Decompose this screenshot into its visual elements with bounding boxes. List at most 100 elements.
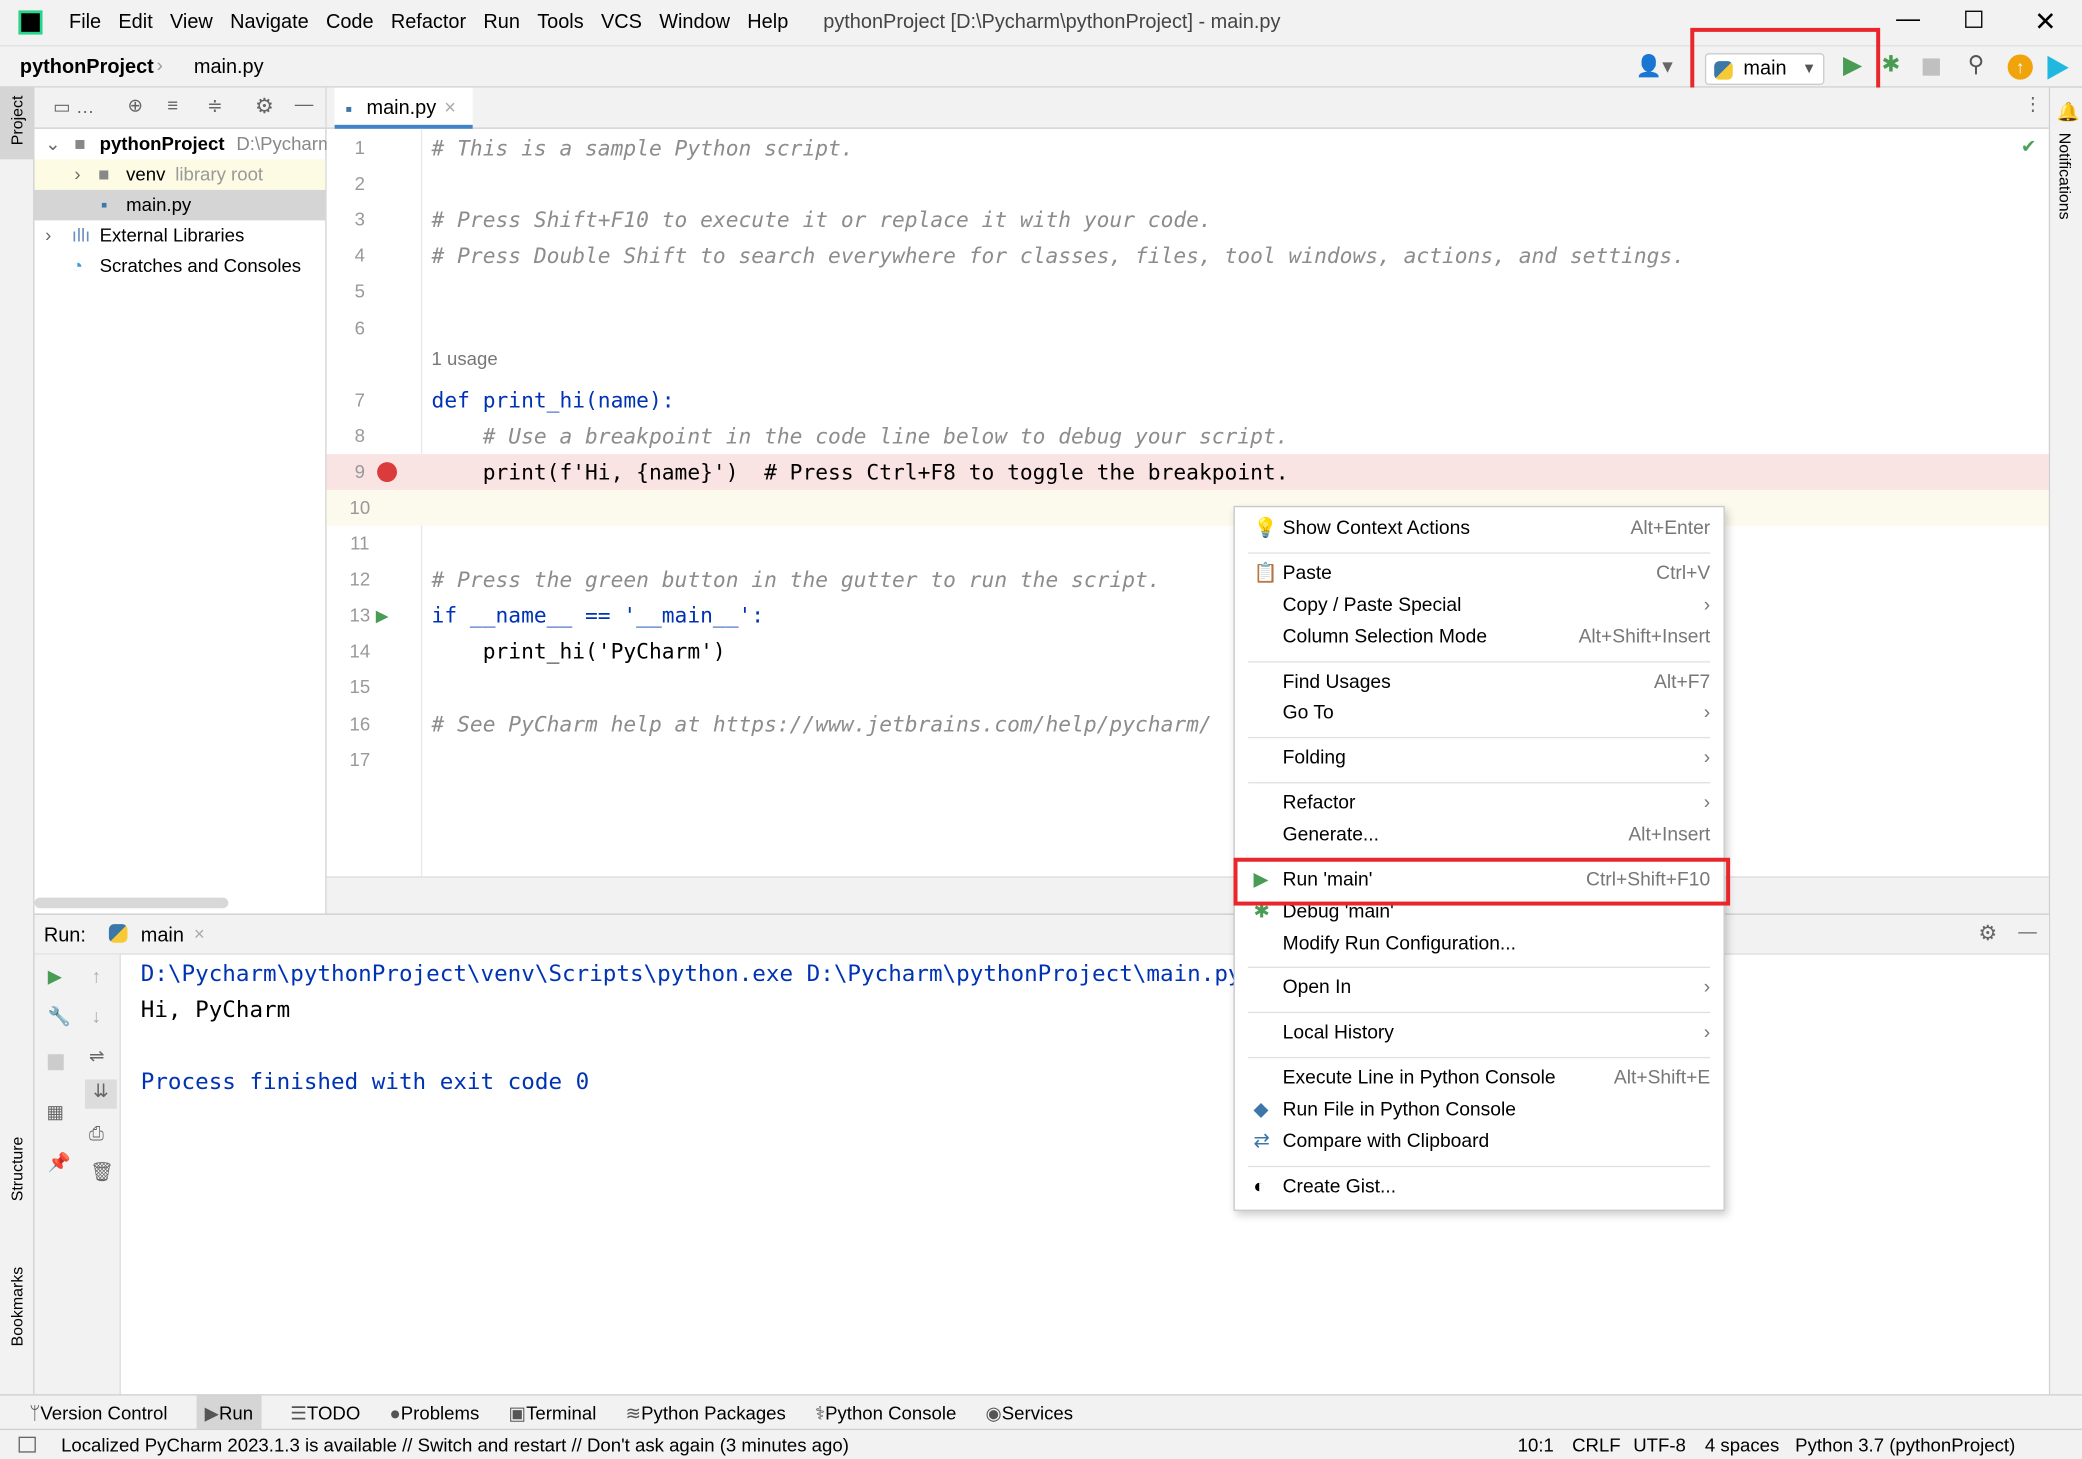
menu-item-execute-line-in-python-console[interactable]: Execute Line in Python Console Alt+Shift+… xyxy=(1235,1062,1724,1094)
status-message[interactable]: Localized PyCharm 2023.1.3 is available … xyxy=(61,1430,849,1459)
code-line[interactable]: 6 xyxy=(327,311,2049,347)
indent[interactable]: 4 spaces xyxy=(1705,1430,1779,1459)
expand-all-icon[interactable]: ≡ xyxy=(167,94,178,115)
breadcrumb-file[interactable]: main.py xyxy=(194,56,264,79)
bookmarks-tool-button[interactable]: Bookmarks xyxy=(8,1267,27,1347)
breadcrumb-project[interactable]: pythonProject xyxy=(20,56,154,79)
menu-window[interactable]: Window xyxy=(659,11,730,34)
menu-tools[interactable]: Tools xyxy=(537,11,584,34)
menu-item-open-in[interactable]: Open In › xyxy=(1235,972,1724,1004)
bottom-tab-services[interactable]: ◉ Services xyxy=(986,1396,1074,1431)
vcs-user-icon[interactable]: 👤▾ xyxy=(1636,53,1673,80)
bottom-tab-run[interactable]: ▶ Run xyxy=(196,1395,262,1431)
code-line[interactable]: 10 xyxy=(326,489,2049,526)
bottom-tab-todo[interactable]: ☰ TODO xyxy=(290,1396,360,1431)
tree-item-external-libraries[interactable]: › ıllı External Libraries xyxy=(35,220,326,251)
code-line[interactable]: 8 # Use a breakpoint in the code line be… xyxy=(327,418,2049,454)
structure-tool-button[interactable]: Structure xyxy=(8,1137,27,1202)
collapse-all-icon[interactable]: ≑ xyxy=(207,94,223,117)
menu-refactor[interactable]: Refactor xyxy=(391,11,466,34)
close-run-tab-icon[interactable]: × xyxy=(194,923,205,944)
update-icon[interactable]: ↑ xyxy=(2007,54,2033,80)
usage-hint[interactable]: 1 usage xyxy=(432,348,498,369)
tree-item-project-root[interactable]: ⌄■pythonProjectD:\Pycharm\pythonProject xyxy=(35,129,452,160)
code-line[interactable]: 17 xyxy=(327,742,2049,778)
hide-icon[interactable]: — xyxy=(2018,920,2037,941)
menu-vcs[interactable]: VCS xyxy=(601,11,642,34)
notifications-tool-button[interactable]: Notifications xyxy=(2055,133,2074,220)
close-button[interactable]: ✕ xyxy=(2034,5,2056,38)
stop-button[interactable] xyxy=(1922,58,1940,76)
bottom-tab-python-packages[interactable]: ≋ Python Packages xyxy=(626,1396,786,1431)
print-icon[interactable]: ⎙ xyxy=(89,1122,104,1145)
pin-icon[interactable]: 📌 xyxy=(48,1151,71,1174)
breakpoint-icon[interactable] xyxy=(377,462,398,482)
menu-navigate[interactable]: Navigate xyxy=(230,11,309,34)
code-line[interactable]: 16 # See PyCharm help at https://www.jetb… xyxy=(327,706,2049,742)
menu-item-refactor[interactable]: Refactor › xyxy=(1235,787,1724,819)
code-line[interactable]: 15 xyxy=(327,669,2049,705)
bottom-tab-python-console[interactable]: ⚕ Python Console xyxy=(815,1396,956,1431)
menu-run[interactable]: Run xyxy=(483,11,520,34)
maximize-button[interactable] xyxy=(1965,10,1983,28)
close-tab-icon[interactable]: × xyxy=(444,97,456,120)
hide-icon[interactable]: — xyxy=(295,93,314,114)
code-line[interactable]: 4 # Press Double Shift to search everywhe… xyxy=(327,238,2049,274)
project-tool-button[interactable]: Project xyxy=(0,87,35,160)
menu-item-create-gist[interactable]: ◐ Create Gist... xyxy=(1235,1171,1724,1203)
gear-icon[interactable]: ⚙ xyxy=(255,93,274,120)
code-line[interactable]: 7 def print_hi(name): xyxy=(327,382,2049,418)
menu-code[interactable]: Code xyxy=(326,11,374,34)
menu-item-folding[interactable]: Folding › xyxy=(1235,742,1724,774)
scroll-to-end-icon[interactable]: ⇊ xyxy=(84,1079,117,1109)
code-line[interactable]: 5 xyxy=(327,274,2049,310)
tab-main-py[interactable]: ▪ main.py × xyxy=(334,87,473,129)
trash-icon[interactable]: 🗑 xyxy=(90,1160,114,1183)
menu-help[interactable]: Help xyxy=(747,11,788,34)
interpreter[interactable]: Python 3.7 (pythonProject) xyxy=(1795,1430,2015,1459)
code-line[interactable]: 11 xyxy=(327,526,2049,562)
code-line[interactable]: 1 # This is a sample Python script. xyxy=(327,130,2049,166)
tree-item-scratches[interactable]: ◔ Scratches and Consoles xyxy=(35,251,326,282)
up-arrow-icon[interactable]: ↑ xyxy=(92,965,101,986)
bottom-tab-version-control[interactable]: ᛘ Version Control xyxy=(29,1396,167,1431)
menu-item-show-context-actions[interactable]: 💡 Show Context Actions Alt+Enter xyxy=(1235,513,1724,545)
rerun-icon[interactable]: ▶ xyxy=(48,965,62,988)
encoding[interactable]: UTF-8 xyxy=(1633,1430,1686,1459)
wrench-icon[interactable]: 🔧 xyxy=(48,1005,71,1028)
tree-item-main-py[interactable]: ▪ main.py xyxy=(34,189,326,221)
run-tab-main[interactable]: main xyxy=(141,924,184,947)
debug-button[interactable]: ✱ xyxy=(1881,52,1900,79)
code-line[interactable]: 12 # Press the green button in the gutter… xyxy=(327,562,2049,598)
line-separator[interactable]: CRLF xyxy=(1572,1430,1621,1459)
menu-item-copy-paste-special[interactable]: Copy / Paste Special › xyxy=(1235,590,1724,622)
code-line[interactable]: 2 xyxy=(327,166,2049,202)
stop-icon[interactable] xyxy=(47,1054,64,1071)
menu-item-find-usages[interactable]: Find Usages Alt+F7 xyxy=(1235,667,1724,699)
tree-item-venv[interactable]: › ■ venv library root xyxy=(34,159,326,190)
toggle-panels-icon[interactable] xyxy=(18,1436,36,1453)
menu-item-column-selection-mode[interactable]: Column Selection Mode Alt+Shift+Insert xyxy=(1235,621,1724,653)
code-line[interactable]: 9 print(f'Hi, {name}') # Press Ctrl+F8 t… xyxy=(326,454,2049,490)
gutter-run-icon[interactable]: ▶ xyxy=(376,598,389,634)
menu-item-run-file-in-python-console[interactable]: ◆ Run File in Python Console xyxy=(1235,1094,1724,1126)
menu-view[interactable]: View xyxy=(170,11,213,34)
menu-file[interactable]: File xyxy=(69,11,101,34)
menu-item-modify-run-configuration[interactable]: Modify Run Configuration... xyxy=(1235,928,1724,960)
code-line[interactable]: 13 if __name__ == '__main__': ▶ xyxy=(327,598,2049,634)
menu-item-paste[interactable]: 📋 Paste Ctrl+V xyxy=(1235,558,1724,590)
menu-edit[interactable]: Edit xyxy=(118,11,152,34)
gear-icon[interactable]: ⚙ xyxy=(1978,920,1997,947)
caret-position[interactable]: 10:1 xyxy=(1518,1430,1554,1459)
horizontal-scrollbar[interactable] xyxy=(34,897,229,909)
code-line[interactable]: 3 # Press Shift+F10 to execute it or repl… xyxy=(327,202,2049,238)
locate-icon[interactable]: ⊕ xyxy=(127,94,143,117)
minimize-button[interactable]: — xyxy=(1896,5,1920,33)
layout-icon[interactable]: ▦ xyxy=(46,1101,64,1124)
project-view-icon[interactable]: ▭ … xyxy=(53,96,94,119)
notifications-bell-icon[interactable]: 🔔 xyxy=(2057,101,2080,124)
menu-item-generate[interactable]: Generate... Alt+Insert xyxy=(1235,819,1724,851)
code-with-me-icon[interactable] xyxy=(2047,55,2069,80)
code-line[interactable]: 14 print_hi('PyCharm') xyxy=(327,633,2049,669)
bottom-tab-problems[interactable]: ● Problems xyxy=(390,1396,480,1431)
